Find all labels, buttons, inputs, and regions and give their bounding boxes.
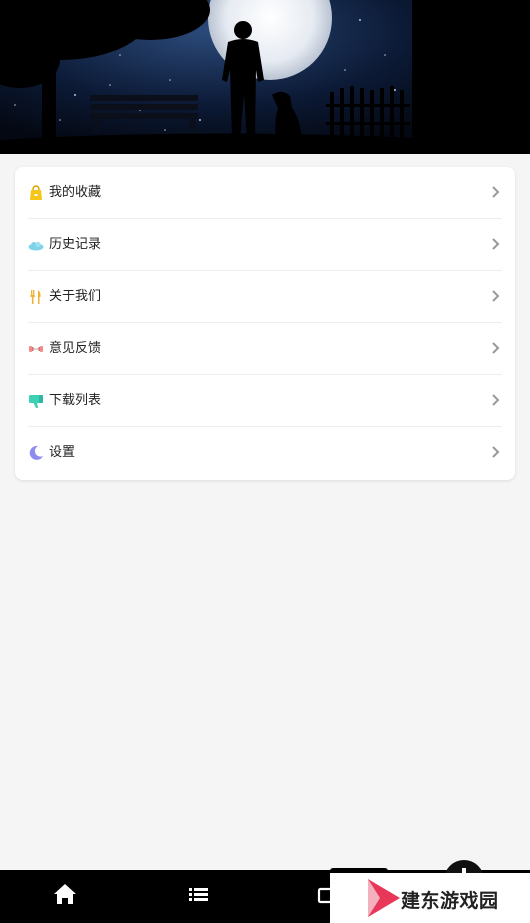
menu-item-history[interactable]: 历史记录 <box>15 219 515 271</box>
chevron-right-icon <box>492 446 500 458</box>
watermark: 建东游戏园 <box>330 873 530 923</box>
cloud-icon <box>28 241 44 251</box>
menu-item-label: 我的收藏 <box>49 185 102 200</box>
menu-item-about[interactable]: 关于我们 <box>15 271 515 323</box>
dumbbell-icon <box>29 346 43 352</box>
moon-icon <box>29 445 43 460</box>
header-banner <box>0 0 530 154</box>
nav-list-button[interactable] <box>178 878 218 914</box>
cutlery-icon <box>30 290 41 304</box>
chevron-right-icon <box>492 238 500 250</box>
play-logo-icon <box>368 879 400 917</box>
thumbs-down-icon <box>29 395 43 408</box>
menu-item-label: 意见反馈 <box>49 341 102 356</box>
menu-card: 我的收藏 历史记录 关于我们 意见反馈 下载列表 设置 <box>15 167 515 480</box>
menu-item-feedback[interactable]: 意见反馈 <box>15 323 515 375</box>
menu-item-label: 设置 <box>49 445 76 460</box>
menu-item-label: 关于我们 <box>49 289 102 304</box>
chevron-right-icon <box>492 186 500 198</box>
night-scene-image <box>0 0 530 154</box>
chevron-right-icon <box>492 342 500 354</box>
menu-item-settings[interactable]: 设置 <box>15 427 515 479</box>
menu-item-downloads[interactable]: 下载列表 <box>15 375 515 427</box>
chevron-right-icon <box>492 394 500 406</box>
bag-icon <box>30 185 42 200</box>
menu-item-label: 历史记录 <box>49 237 102 252</box>
list-icon <box>189 888 208 901</box>
menu-item-favorites[interactable]: 我的收藏 <box>15 167 515 219</box>
chevron-right-icon <box>492 290 500 302</box>
watermark-text: 建东游戏园 <box>401 890 499 912</box>
nav-home-button[interactable] <box>45 878 85 914</box>
menu-item-label: 下载列表 <box>49 393 102 408</box>
home-icon <box>54 884 76 904</box>
